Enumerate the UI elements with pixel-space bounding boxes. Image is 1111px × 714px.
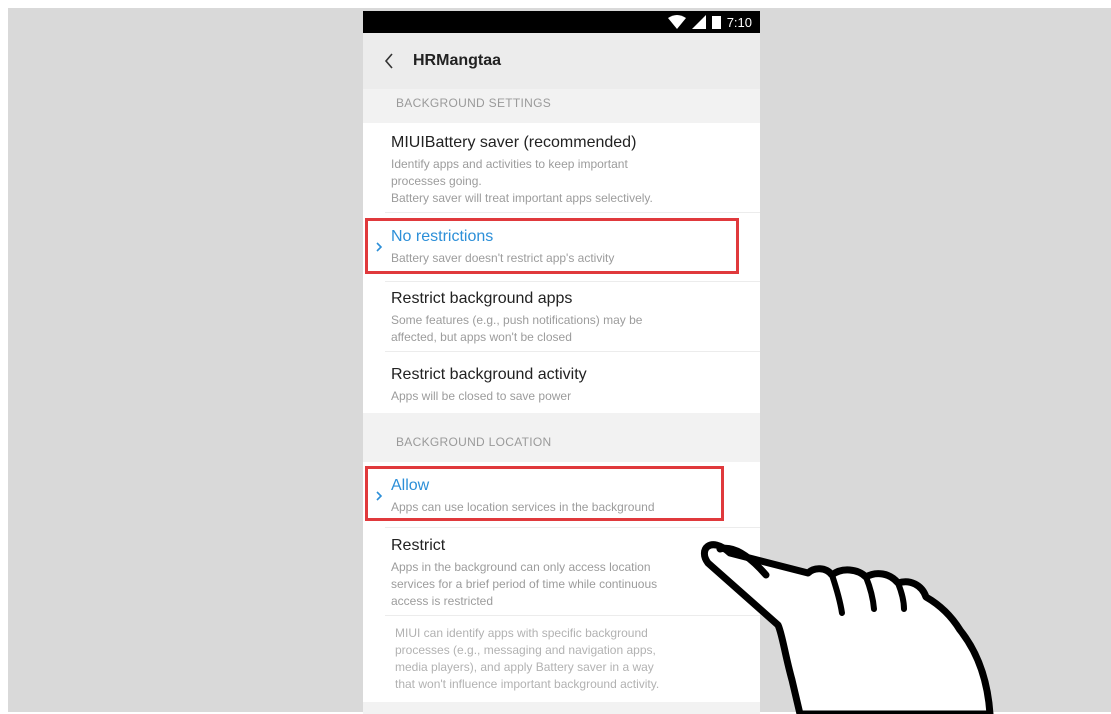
chevron-left-icon xyxy=(384,53,393,69)
highlight-box-allow xyxy=(365,466,724,521)
page-title: HRMangtaa xyxy=(413,52,502,69)
description-line: Apps will be closed to save power xyxy=(391,389,572,403)
back-button[interactable] xyxy=(369,33,409,89)
description-line: affected, but apps won't be closed xyxy=(391,330,572,344)
option-restrict-background-apps[interactable]: Restrict background apps Some features (… xyxy=(363,289,760,346)
pointing-hand-icon xyxy=(700,541,994,714)
description-line: Battery saver will treat important apps … xyxy=(391,191,653,205)
option-miui-battery-saver[interactable]: MIUIBattery saver (recommended) Identify… xyxy=(363,133,760,207)
option-title: Restrict background activity xyxy=(391,366,587,383)
option-title: Restrict background apps xyxy=(391,290,573,307)
description-line: processes going. xyxy=(391,174,482,188)
section-header-background-settings: BACKGROUND SETTINGS xyxy=(396,96,552,110)
description-line: Some features (e.g., push notifications)… xyxy=(391,313,643,327)
section-header-background-location: BACKGROUND LOCATION xyxy=(396,435,552,449)
battery-icon xyxy=(711,16,721,29)
option-description: Some features (e.g., push notifications)… xyxy=(391,312,742,346)
description-line: Identify apps and activities to keep imp… xyxy=(391,157,628,171)
signal-icon xyxy=(691,15,706,29)
option-restrict-background-activity[interactable]: Restrict background activity Apps will b… xyxy=(363,365,760,405)
status-time: 7:10 xyxy=(726,14,752,30)
wifi-icon xyxy=(667,15,686,29)
highlight-box-no-restrictions xyxy=(365,218,739,274)
app-bar: HRMangtaa xyxy=(363,33,760,89)
status-bar: 7:10 xyxy=(363,11,760,33)
option-description: Identify apps and activities to keep imp… xyxy=(391,156,742,207)
divider xyxy=(385,281,760,282)
option-title: MIUIBattery saver (recommended) xyxy=(391,134,637,151)
option-description: Apps will be closed to save power xyxy=(391,388,742,405)
divider xyxy=(385,212,760,213)
divider xyxy=(385,351,760,352)
